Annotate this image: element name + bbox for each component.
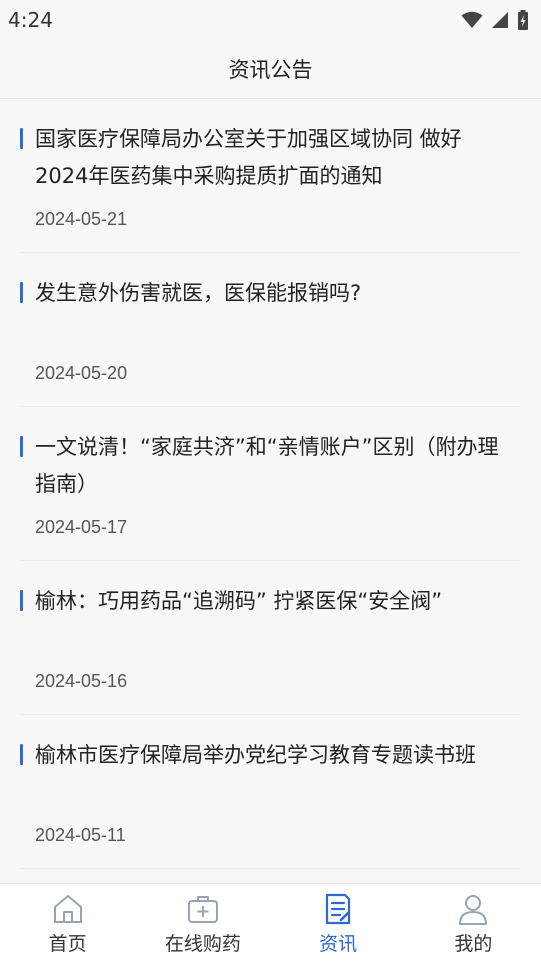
app-header: 资讯公告 [0, 40, 541, 99]
news-icon [326, 893, 351, 925]
signal-icon [492, 12, 508, 28]
item-accent-bar [20, 744, 23, 765]
news-item[interactable]: 一文说清！“家庭共济”和“亲情账户”区别（附办理指南） 2024-05-17 [20, 407, 520, 561]
news-item[interactable]: 发生意外伤害就医，医保能报销吗? 2024-05-20 [20, 253, 520, 407]
medkit-icon [187, 896, 218, 923]
news-date: 2024-05-17 [35, 517, 128, 537]
tab-label: 我的 [454, 933, 493, 955]
status-bar: 4:24 [0, 0, 541, 40]
news-item[interactable]: 榆林：巧用药品“追溯码” 拧紧医保“安全阀” 2024-05-16 [20, 561, 520, 715]
battery-icon [518, 10, 528, 30]
news-date: 2024-05-21 [35, 209, 128, 229]
bottom-tab-bar: 首页 在线购药 资讯 我的 [0, 883, 541, 965]
item-accent-bar [20, 128, 23, 149]
news-date: 2024-05-20 [35, 363, 128, 383]
news-item[interactable]: 国家医疗保障局办公室关于加强区域协同 做好2024年医药集中采购提质扩面的通知 … [20, 99, 520, 253]
user-icon [459, 895, 488, 925]
news-item[interactable]: 榆林市医疗保障局举办党纪学习教育专题读书班 2024-05-11 [20, 715, 520, 869]
tab-label: 首页 [48, 933, 87, 955]
news-title[interactable]: 发生意外伤害就医，医保能报销吗? [35, 275, 515, 312]
news-title[interactable]: 国家医疗保障局办公室关于加强区域协同 做好2024年医药集中采购提质扩面的通知 [35, 121, 515, 195]
news-title[interactable]: 榆林市医疗保障局举办党纪学习教育专题读书班 [35, 737, 515, 774]
tab-label: 资讯 [319, 933, 358, 955]
tab-news[interactable]: 资讯 [271, 884, 406, 965]
news-date: 2024-05-16 [35, 671, 128, 691]
page-title: 资讯公告 [228, 58, 313, 82]
news-title[interactable]: 榆林：巧用药品“追溯码” 拧紧医保“安全阀” [35, 583, 515, 620]
item-accent-bar [20, 282, 23, 303]
tab-home[interactable]: 首页 [0, 884, 135, 965]
status-icons [461, 10, 529, 30]
tab-profile[interactable]: 我的 [406, 884, 541, 965]
status-time: 4:24 [8, 8, 53, 32]
tab-online-pharmacy[interactable]: 在线购药 [135, 884, 270, 965]
item-accent-bar [20, 590, 23, 611]
news-list: 国家医疗保障局办公室关于加强区域协同 做好2024年医药集中采购提质扩面的通知 … [0, 99, 541, 869]
home-icon [53, 895, 82, 923]
news-title[interactable]: 一文说清！“家庭共济”和“亲情账户”区别（附办理指南） [35, 429, 515, 503]
tab-label: 在线购药 [164, 933, 241, 955]
wifi-icon [461, 11, 483, 28]
item-accent-bar [20, 436, 23, 457]
news-date: 2024-05-11 [35, 825, 126, 845]
